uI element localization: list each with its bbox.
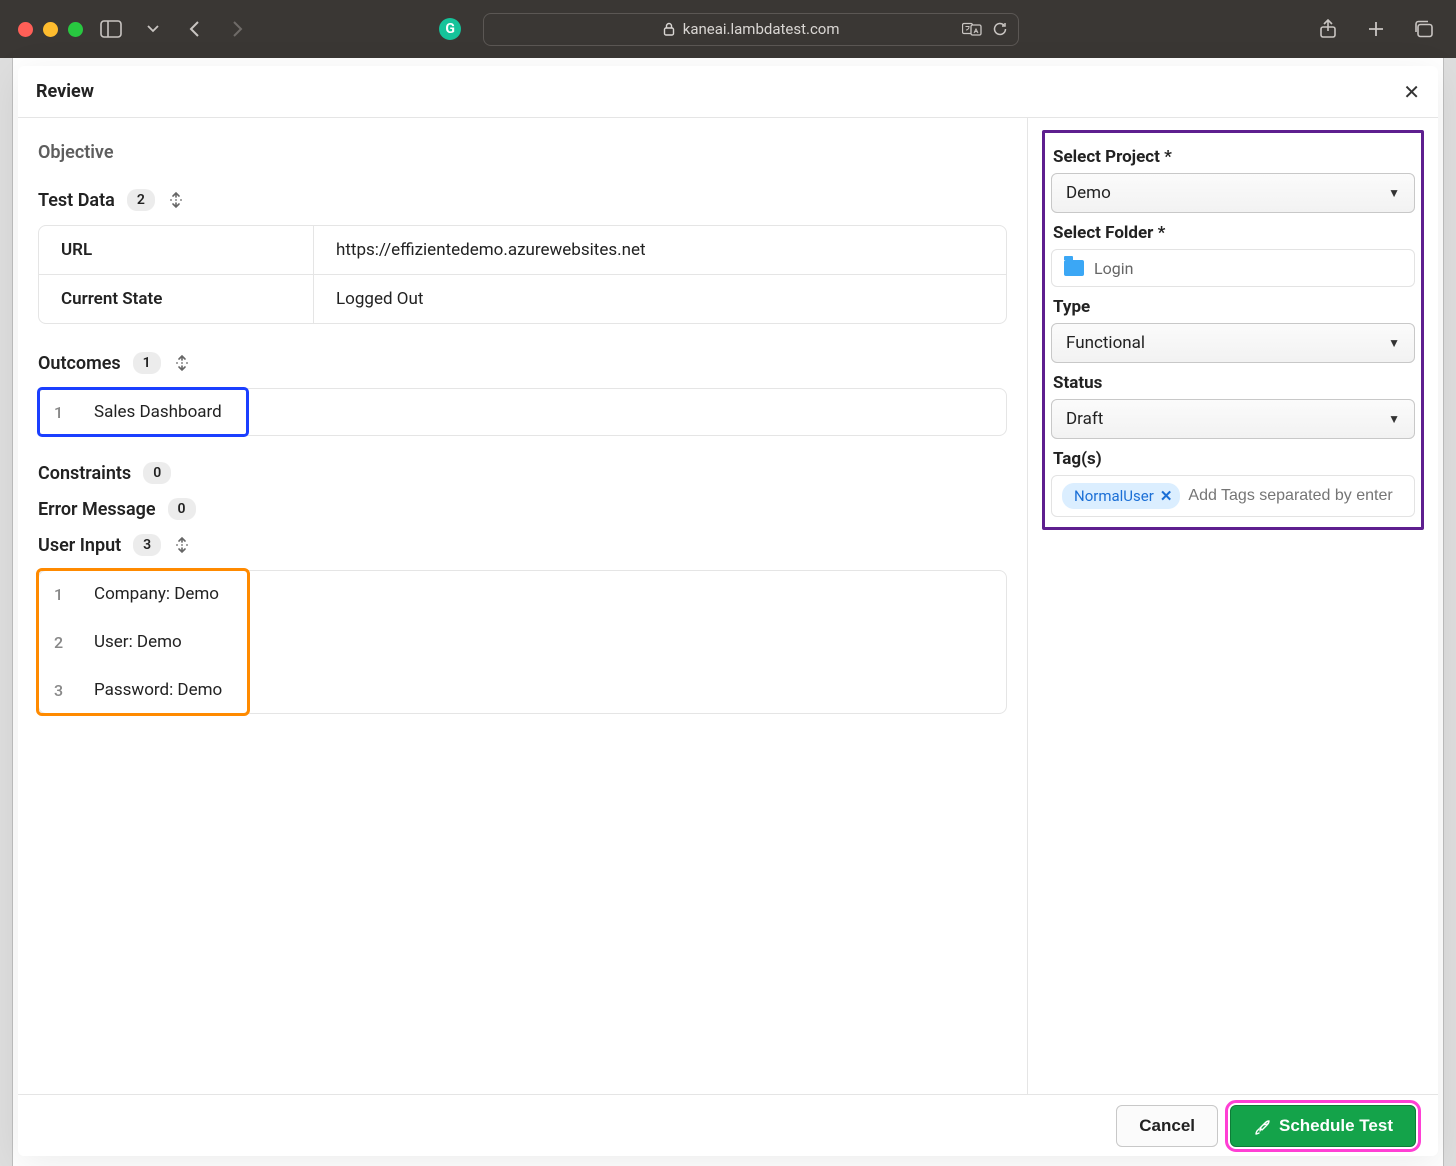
list-number: 1	[54, 403, 66, 422]
tags-label: Tag(s)	[1053, 449, 1415, 469]
outcomes-count-badge: 1	[133, 352, 161, 374]
test-data-table: URL https://effizientedemo.azurewebsites…	[38, 225, 1007, 324]
chevron-down-icon: ▼	[1388, 412, 1400, 426]
table-row: Current State Logged Out	[39, 274, 1006, 323]
tags-input[interactable]: NormalUser ✕	[1051, 475, 1415, 517]
reload-icon[interactable]	[992, 21, 1008, 37]
table-key: Current State	[39, 275, 314, 323]
review-right-column: Select Project * Demo ▼ Select Folder * …	[1028, 118, 1438, 1094]
folder-icon	[1064, 260, 1084, 276]
outcomes-heading: Outcomes	[38, 353, 121, 374]
project-value: Demo	[1066, 183, 1111, 203]
status-select[interactable]: Draft ▼	[1051, 399, 1415, 439]
folder-label: Select Folder *	[1053, 223, 1415, 243]
list-number: 2	[54, 633, 66, 652]
schedule-test-label: Schedule Test	[1279, 1116, 1393, 1136]
table-key: URL	[39, 226, 314, 274]
url-bar[interactable]: kaneai.lambdatest.com	[483, 13, 1019, 46]
test-data-heading: Test Data	[38, 190, 115, 211]
constraints-heading: Constraints	[38, 463, 131, 484]
user-input-item[interactable]: User: Demo	[94, 632, 182, 652]
user-input-count-badge: 3	[133, 534, 161, 556]
outcome-item[interactable]: Sales Dashboard	[94, 402, 222, 422]
error-message-heading: Error Message	[38, 499, 156, 520]
close-window-icon[interactable]	[18, 22, 33, 37]
lock-icon	[663, 22, 675, 36]
tabs-overview-icon[interactable]	[1410, 15, 1438, 43]
sidebar-toggle-icon[interactable]	[97, 15, 125, 43]
list-number: 1	[54, 585, 66, 604]
constraints-count-badge: 0	[143, 462, 171, 484]
remove-tag-icon[interactable]: ✕	[1160, 487, 1173, 505]
new-tab-icon[interactable]	[1362, 15, 1390, 43]
list-number: 3	[54, 681, 66, 700]
table-value: https://effizientedemo.azurewebsites.net	[314, 226, 1006, 274]
collapse-icon[interactable]	[173, 354, 191, 372]
translate-icon[interactable]	[962, 21, 982, 37]
user-input-list: 1 Company: Demo 2 User: Demo 3 Password:…	[38, 570, 1007, 714]
forward-button	[223, 15, 251, 43]
rocket-icon	[1253, 1117, 1271, 1135]
chevron-down-icon: ▼	[1388, 336, 1400, 350]
chevron-down-icon: ▼	[1388, 186, 1400, 200]
type-select[interactable]: Functional ▼	[1051, 323, 1415, 363]
objective-heading: Objective	[38, 142, 1007, 163]
table-row: URL https://effizientedemo.azurewebsites…	[39, 226, 1006, 274]
url-text: kaneai.lambdatest.com	[683, 20, 840, 38]
status-value: Draft	[1066, 409, 1103, 429]
type-label: Type	[1053, 297, 1415, 317]
minimize-window-icon[interactable]	[43, 22, 58, 37]
page-background	[0, 58, 13, 1166]
outcomes-list: 1 Sales Dashboard	[38, 388, 1007, 436]
tags-text-input[interactable]	[1188, 487, 1404, 505]
grammarly-icon[interactable]: G	[439, 18, 461, 40]
cancel-button[interactable]: Cancel	[1116, 1105, 1218, 1147]
error-message-count-badge: 0	[168, 498, 196, 520]
share-icon[interactable]	[1314, 15, 1342, 43]
review-left-column: Objective Test Data 2 URL https://effizi…	[18, 118, 1028, 1094]
test-data-count-badge: 2	[127, 189, 155, 211]
schedule-test-button[interactable]: Schedule Test	[1230, 1105, 1416, 1147]
collapse-icon[interactable]	[167, 191, 185, 209]
chevron-down-icon[interactable]	[139, 15, 167, 43]
user-input-item[interactable]: Company: Demo	[94, 584, 219, 604]
folder-value: Login	[1094, 259, 1133, 278]
window-controls	[18, 22, 83, 37]
close-icon[interactable]: ✕	[1403, 80, 1420, 104]
project-label: Select Project *	[1053, 147, 1415, 167]
tag-label: NormalUser	[1074, 487, 1154, 505]
review-modal: Review ✕ Objective Test Data 2 URL https…	[18, 66, 1438, 1156]
status-label: Status	[1053, 373, 1415, 393]
modal-title: Review	[36, 81, 94, 102]
table-value: Logged Out	[314, 275, 1006, 323]
folder-select[interactable]: Login	[1051, 249, 1415, 287]
user-input-item[interactable]: Password: Demo	[94, 680, 222, 700]
back-button[interactable]	[181, 15, 209, 43]
project-select[interactable]: Demo ▼	[1051, 173, 1415, 213]
user-input-heading: User Input	[38, 535, 121, 556]
type-value: Functional	[1066, 333, 1145, 353]
page-background	[1443, 58, 1456, 1166]
collapse-icon[interactable]	[173, 536, 191, 554]
config-panel: Select Project * Demo ▼ Select Folder * …	[1042, 130, 1424, 530]
maximize-window-icon[interactable]	[68, 22, 83, 37]
browser-chrome: G kaneai.lambdatest.com	[0, 0, 1456, 58]
tag-chip: NormalUser ✕	[1062, 483, 1180, 509]
